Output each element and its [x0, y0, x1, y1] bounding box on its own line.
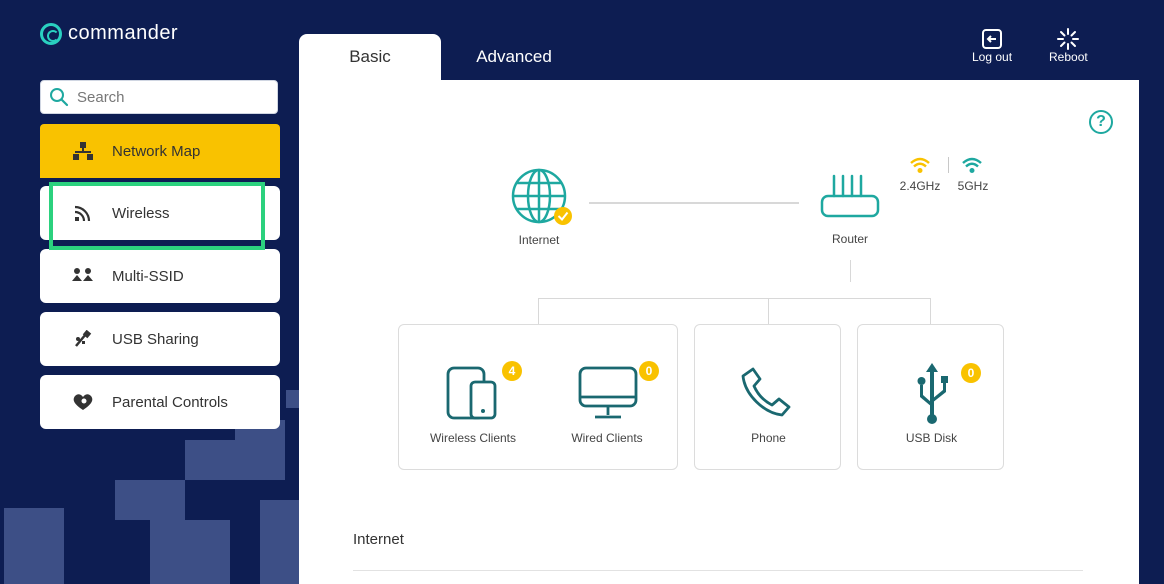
clients-card: 4 Wireless Clients 0 Wired Clients: [398, 324, 678, 470]
tree-drop-line: [930, 298, 931, 324]
tree-horizontal-line: [538, 298, 930, 299]
decor-block: [115, 480, 185, 520]
decor-block: [150, 520, 230, 584]
logout-label: Log out: [972, 50, 1013, 64]
router-stem-line: [850, 260, 851, 282]
router-icon[interactable]: [818, 172, 882, 222]
wired-clients-label[interactable]: Wired Clients: [549, 431, 665, 445]
wifi-2-4ghz-icon: [910, 157, 930, 173]
wireless-highlight-frame: [49, 182, 265, 250]
tree-drop-line: [768, 298, 769, 324]
decor-block: [286, 390, 299, 408]
reboot-label: Reboot: [1049, 50, 1088, 64]
tab-advanced[interactable]: Advanced: [443, 34, 585, 80]
sidebar-item-multi-ssid[interactable]: Multi-SSID: [40, 249, 280, 303]
wired-clients-icon[interactable]: [577, 365, 639, 421]
decor-block: [260, 500, 299, 584]
band-5ghz-label: 5GHz: [957, 179, 989, 193]
wired-clients-count-badge: 0: [639, 361, 659, 381]
tab-basic[interactable]: Basic: [299, 34, 441, 80]
sidebar-item-label: Network Map: [112, 142, 201, 160]
sidebar-item-label: USB Sharing: [112, 330, 199, 348]
usb-sharing-icon: [72, 328, 94, 350]
decor-block: [235, 420, 285, 480]
band-divider: [948, 157, 949, 173]
sidebar-item-parental-controls[interactable]: Parental Controls: [40, 375, 280, 429]
sidebar-item-network-map[interactable]: Network Map: [40, 124, 280, 178]
search-input[interactable]: [75, 87, 269, 107]
internet-router-link: [589, 202, 799, 204]
sidebar-item-label: Parental Controls: [112, 393, 228, 411]
phone-card[interactable]: Phone: [694, 324, 841, 470]
brand-name: commander: [68, 22, 179, 44]
internet-label: Internet: [518, 233, 560, 247]
band-2-4ghz-label: 2.4GHz: [899, 179, 941, 193]
logo-icon: [40, 22, 62, 45]
phone-label: Phone: [751, 431, 786, 445]
logout-button[interactable]: Log out: [972, 28, 1012, 64]
parental-controls-icon: [72, 391, 94, 413]
search-box[interactable]: [40, 80, 278, 114]
search-icon: [50, 88, 69, 107]
sidebar-item-usb-sharing[interactable]: USB Sharing: [40, 312, 280, 366]
phone-icon: [741, 367, 791, 417]
reboot-icon: [1057, 28, 1080, 50]
wireless-clients-label[interactable]: Wireless Clients: [413, 431, 533, 445]
network-map-panel: ? Internet Router 2.4GHz 5GHz 4 Wireless…: [299, 80, 1139, 584]
internet-globe-icon[interactable]: [509, 166, 575, 228]
logout-icon: [982, 29, 1003, 49]
network-map-icon: [72, 140, 94, 162]
help-icon[interactable]: ?: [1089, 110, 1113, 134]
internet-section-title: Internet: [353, 531, 404, 548]
router-label: Router: [831, 232, 869, 246]
usb-disk-label: USB Disk: [905, 431, 958, 445]
section-divider: [353, 570, 1083, 571]
usb-disk-card[interactable]: 0 USB Disk: [857, 324, 1004, 470]
wireless-clients-icon[interactable]: [445, 365, 501, 421]
wifi-5ghz-icon: [962, 157, 982, 173]
brand-logo: commander: [40, 22, 178, 45]
multi-ssid-icon: [72, 265, 94, 287]
decor-block: [4, 508, 64, 584]
reboot-button[interactable]: Reboot: [1049, 28, 1088, 64]
wireless-clients-count-badge: 4: [502, 361, 522, 381]
tree-drop-line: [538, 298, 539, 324]
usb-disk-icon: [917, 363, 948, 424]
usb-disk-count-badge: 0: [961, 363, 981, 383]
sidebar-item-label: Multi-SSID: [112, 267, 184, 285]
